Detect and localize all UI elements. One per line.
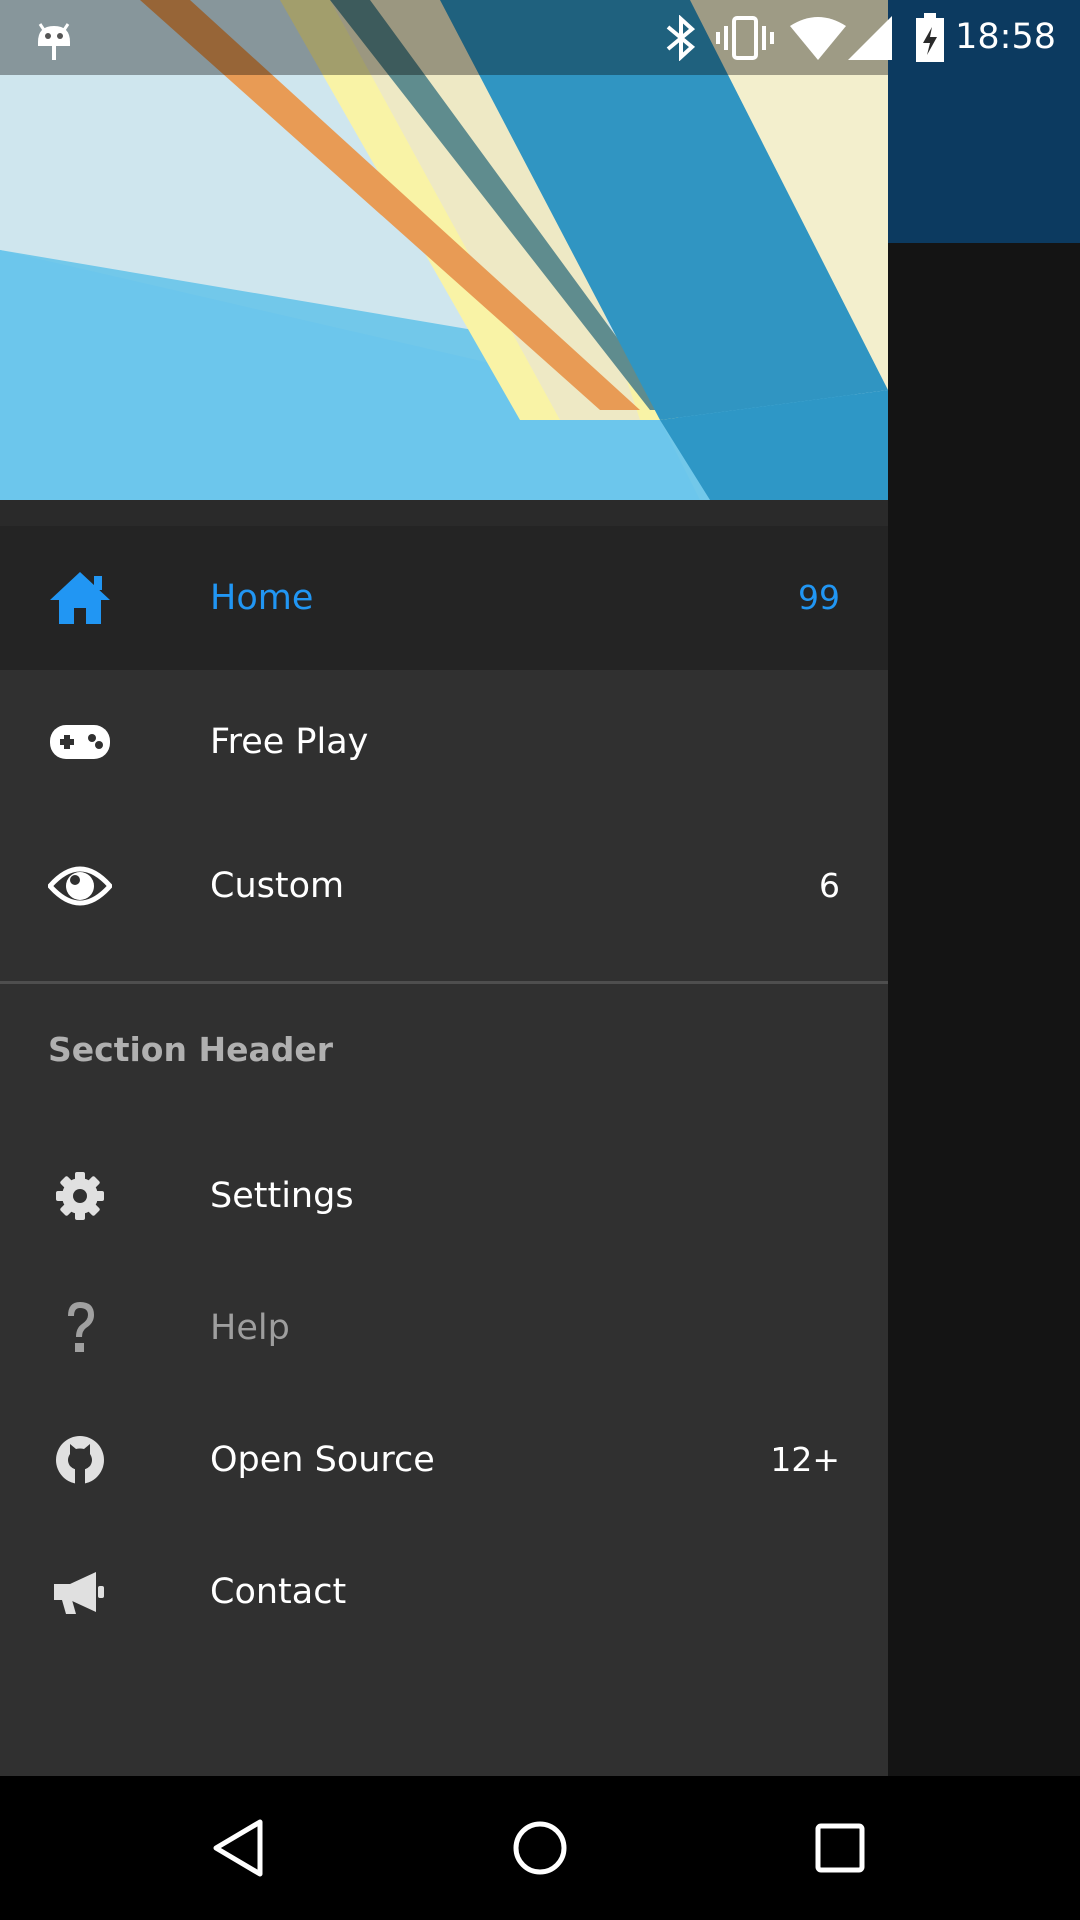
drawer-item-badge: 12+ xyxy=(770,1440,840,1479)
drawer-divider xyxy=(0,981,888,984)
bullhorn-icon xyxy=(48,1562,112,1622)
navigation-drawer: Home 99 Free Play Custom 6 Section Heade… xyxy=(0,0,888,1776)
drawer-item-home[interactable]: Home 99 xyxy=(0,526,888,670)
drawer-item-label: Settings xyxy=(210,1176,354,1216)
drawer-item-label: Contact xyxy=(210,1572,347,1612)
home-icon xyxy=(48,568,112,628)
drawer-item-label: Open Source xyxy=(210,1440,435,1480)
drawer-item-label: Help xyxy=(210,1308,290,1348)
drawer-item-settings[interactable]: Settings xyxy=(0,1130,888,1262)
bluetooth-icon xyxy=(664,0,698,75)
system-nav-bar xyxy=(0,1776,1080,1920)
vibrate-icon xyxy=(716,0,774,75)
section-header: Section Header xyxy=(48,1030,333,1069)
gamepad-icon xyxy=(48,712,112,772)
header-divider xyxy=(0,500,888,526)
drawer-item-free-play[interactable]: Free Play xyxy=(0,670,888,814)
home-circle-icon[interactable] xyxy=(502,1810,578,1886)
wifi-icon xyxy=(790,0,846,75)
android-debug-icon xyxy=(36,0,72,75)
github-icon xyxy=(48,1430,112,1490)
status-time: 18:58 xyxy=(955,17,1056,57)
battery-charging-icon xyxy=(914,0,946,75)
drawer-item-badge: 99 xyxy=(798,578,840,617)
back-icon[interactable] xyxy=(202,1810,278,1886)
signal-icon xyxy=(848,0,892,75)
drawer-item-contact[interactable]: Contact xyxy=(0,1526,888,1658)
drawer-item-help[interactable]: Help xyxy=(0,1262,888,1394)
gear-icon xyxy=(48,1166,112,1226)
drawer-item-label: Home xyxy=(210,578,314,618)
question-icon xyxy=(48,1298,112,1358)
drawer-item-label: Custom xyxy=(210,866,345,906)
drawer-header-image xyxy=(0,0,888,500)
status-bar: 18:58 xyxy=(0,0,1080,75)
drawer-item-custom[interactable]: Custom 6 xyxy=(0,814,888,958)
drawer-item-badge: 6 xyxy=(819,866,840,905)
recents-icon[interactable] xyxy=(802,1810,878,1886)
eye-icon xyxy=(48,856,112,916)
drawer-item-open-source[interactable]: Open Source 12+ xyxy=(0,1394,888,1526)
drawer-item-label: Free Play xyxy=(210,722,369,762)
